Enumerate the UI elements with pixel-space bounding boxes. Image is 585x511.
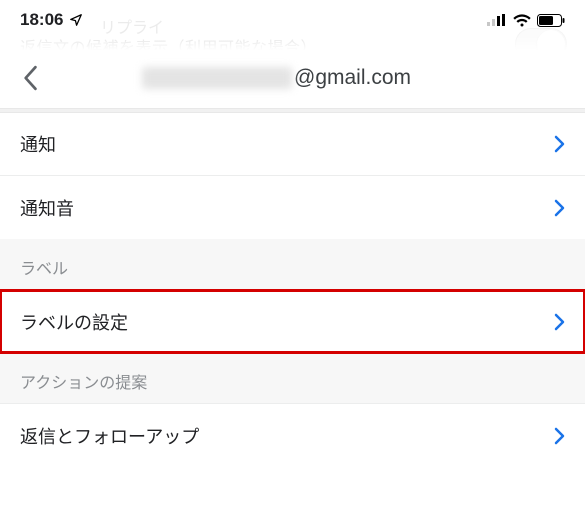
chevron-right-icon	[554, 199, 565, 217]
section-header-actions: アクションの提案	[0, 353, 585, 404]
email-domain: @gmail.com	[294, 66, 411, 90]
status-bar: 18:06	[0, 0, 585, 36]
chevron-right-icon	[554, 427, 565, 445]
row-notifications[interactable]: 通知	[0, 113, 585, 176]
row-label-settings[interactable]: ラベルの設定	[0, 290, 585, 353]
chevron-right-icon	[554, 313, 565, 331]
status-left: 18:06	[20, 10, 83, 30]
back-button[interactable]	[18, 66, 42, 90]
account-email: @gmail.com	[142, 66, 411, 90]
email-local-blurred	[142, 67, 292, 89]
chevron-right-icon	[554, 135, 565, 153]
cellular-icon	[487, 14, 507, 26]
nav-header: @gmail.com	[0, 36, 585, 108]
location-icon	[69, 13, 83, 27]
wifi-icon	[513, 14, 531, 27]
row-sound[interactable]: 通知音	[0, 176, 585, 239]
battery-icon	[537, 14, 565, 27]
row-label: 通知音	[20, 195, 74, 221]
status-time: 18:06	[20, 10, 63, 30]
row-label: 通知	[20, 131, 56, 157]
row-label: ラベルの設定	[20, 309, 128, 335]
row-reply-followup[interactable]: 返信とフォローアップ	[0, 404, 585, 467]
row-label: 返信とフォローアップ	[20, 423, 199, 449]
section-header-label: ラベル	[0, 239, 585, 290]
status-right	[487, 14, 565, 27]
